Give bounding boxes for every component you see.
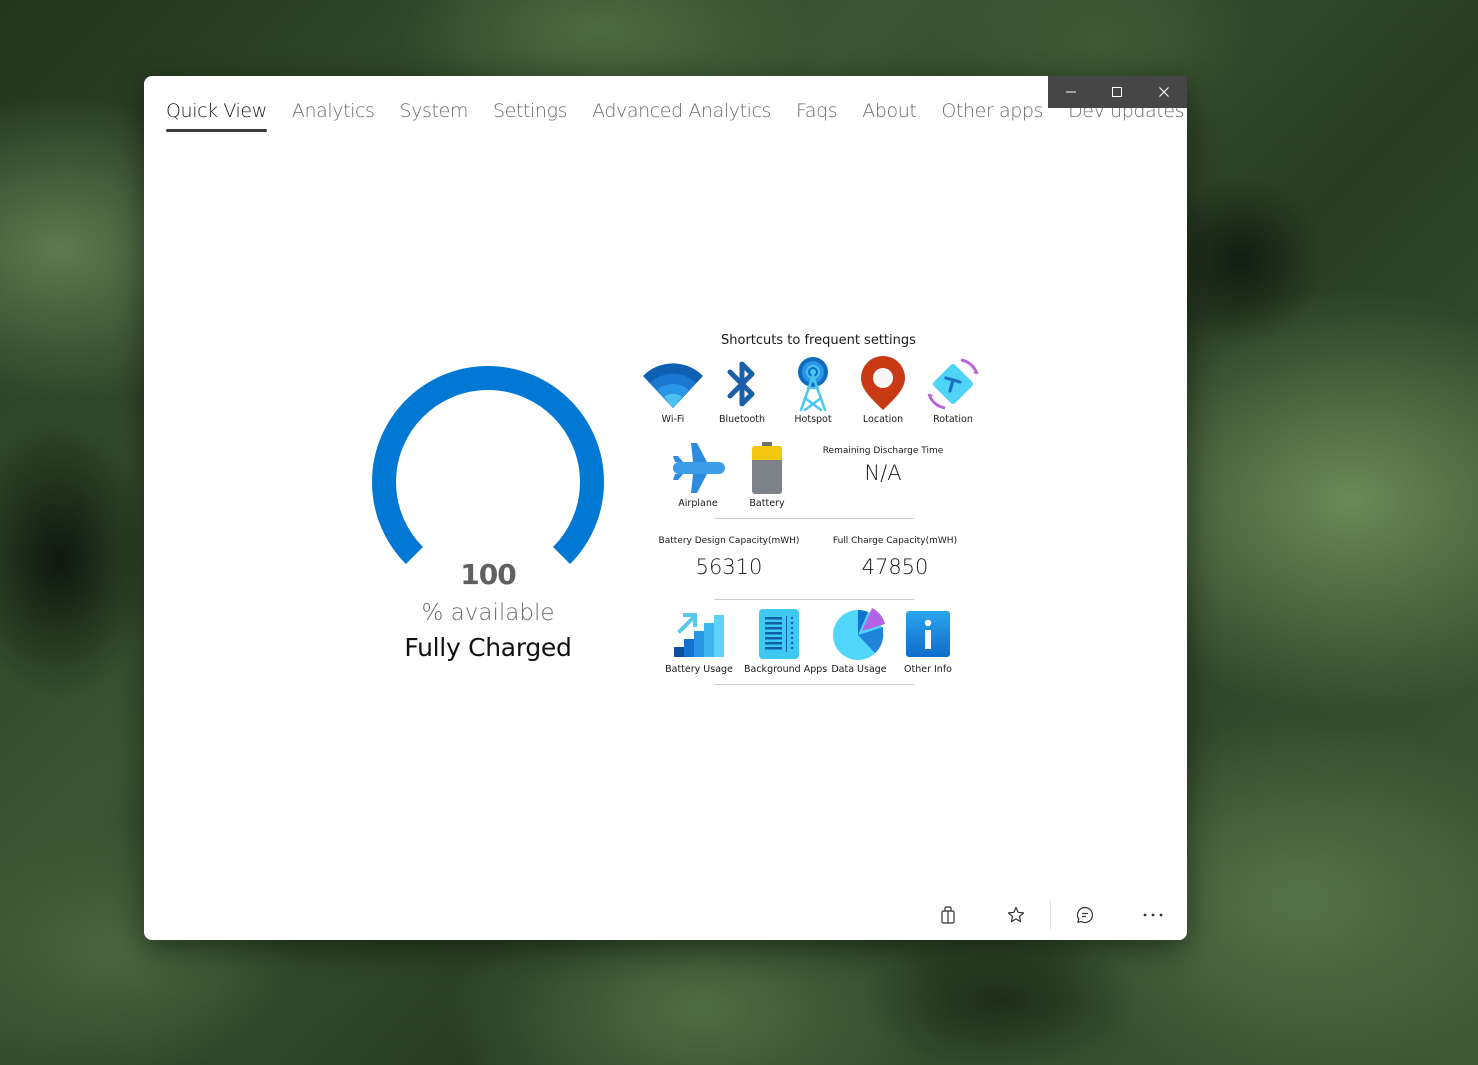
tool-label: Other Info <box>904 664 952 675</box>
shortcut-label: Airplane <box>678 498 718 509</box>
store-bag-icon <box>941 906 955 924</box>
more-options-button[interactable] <box>1119 895 1187 935</box>
tool-data-usage[interactable]: Data Usage <box>824 606 894 675</box>
tab-about[interactable]: About <box>862 98 917 132</box>
more-icon <box>1143 913 1163 917</box>
battery-status: Fully Charged <box>404 633 572 662</box>
battery-icon <box>752 442 782 494</box>
battery-percent: 100 <box>460 558 516 591</box>
battery-usage-icon <box>674 613 724 657</box>
shortcut-label: Battery <box>749 498 785 509</box>
shortcut-label: Hotspot <box>794 414 832 425</box>
shortcuts-title: Shortcuts to frequent settings <box>721 333 916 348</box>
close-button[interactable] <box>1141 76 1187 108</box>
shortcut-airplane[interactable]: Airplane <box>663 440 733 509</box>
tab-other-apps[interactable]: Other apps <box>941 98 1043 132</box>
tool-label: Data Usage <box>831 664 887 675</box>
airplane-icon <box>673 443 725 493</box>
tool-other-info[interactable]: Other Info <box>893 606 963 675</box>
discharge-time-value: N/A <box>864 461 902 485</box>
shortcut-rotation[interactable]: Rotation <box>918 356 988 425</box>
star-icon <box>1008 906 1024 923</box>
discharge-time-label: Remaining Discharge Time <box>822 446 944 456</box>
bottom-app-bar <box>914 890 1187 940</box>
location-icon <box>861 356 905 410</box>
full-charge-capacity-value: 47850 <box>861 555 929 579</box>
background-apps-icon <box>759 609 799 659</box>
shortcut-label: Wi-Fi <box>661 414 685 425</box>
battery-unit-label: % available <box>421 600 555 626</box>
tool-background-apps[interactable]: Background Apps <box>744 606 828 675</box>
divider <box>714 684 914 685</box>
tool-label: Battery Usage <box>665 664 733 675</box>
tab-settings[interactable]: Settings <box>493 98 567 132</box>
minimize-icon <box>1066 91 1077 93</box>
shortcut-bluetooth[interactable]: Bluetooth <box>707 356 777 425</box>
other-info-icon <box>906 611 950 657</box>
tool-label: Background Apps <box>744 664 828 675</box>
divider <box>714 518 914 519</box>
divider <box>714 599 914 600</box>
tab-quick-view[interactable]: Quick View <box>166 98 267 132</box>
shortcut-label: Bluetooth <box>718 414 766 425</box>
shortcut-hotspot[interactable]: Hotspot <box>778 356 848 425</box>
shortcut-location[interactable]: Location <box>848 356 918 425</box>
shortcut-battery[interactable]: Battery <box>732 440 802 509</box>
tab-system[interactable]: System <box>400 98 469 132</box>
maximize-button[interactable] <box>1094 76 1140 108</box>
tab-faqs[interactable]: Faqs <box>796 98 838 132</box>
design-capacity-value: 56310 <box>695 555 763 579</box>
app-window: Quick View Analytics System Settings Adv… <box>144 76 1187 940</box>
rotation-icon <box>927 358 979 410</box>
battery-gauge: 100 % available Fully Charged <box>364 358 612 678</box>
rate-button[interactable] <box>982 895 1050 935</box>
minimize-button[interactable] <box>1048 76 1094 108</box>
feedback-button[interactable] <box>1051 895 1119 935</box>
shortcut-label: Location <box>862 414 904 425</box>
tab-analytics[interactable]: Analytics <box>292 98 375 132</box>
main-nav: Quick View Analytics System Settings Adv… <box>166 98 1187 132</box>
tab-advanced-analytics[interactable]: Advanced Analytics <box>592 98 771 132</box>
wifi-icon <box>643 363 703 408</box>
data-usage-icon <box>833 608 885 660</box>
tool-battery-usage[interactable]: Battery Usage <box>664 606 734 675</box>
maximize-icon <box>1112 87 1123 97</box>
caption-buttons <box>1048 76 1187 108</box>
gauge-fill <box>372 366 604 565</box>
store-button[interactable] <box>914 895 982 935</box>
shortcut-label: Rotation <box>933 414 973 425</box>
close-icon <box>1158 87 1169 97</box>
bluetooth-icon <box>727 361 755 407</box>
shortcut-wifi[interactable]: Wi-Fi <box>638 356 708 425</box>
hotspot-icon <box>798 357 828 412</box>
design-capacity-label: Battery Design Capacity(mWH) <box>658 536 800 546</box>
feedback-icon <box>1076 906 1093 924</box>
full-charge-capacity-label: Full Charge Capacity(mWH) <box>832 536 958 546</box>
